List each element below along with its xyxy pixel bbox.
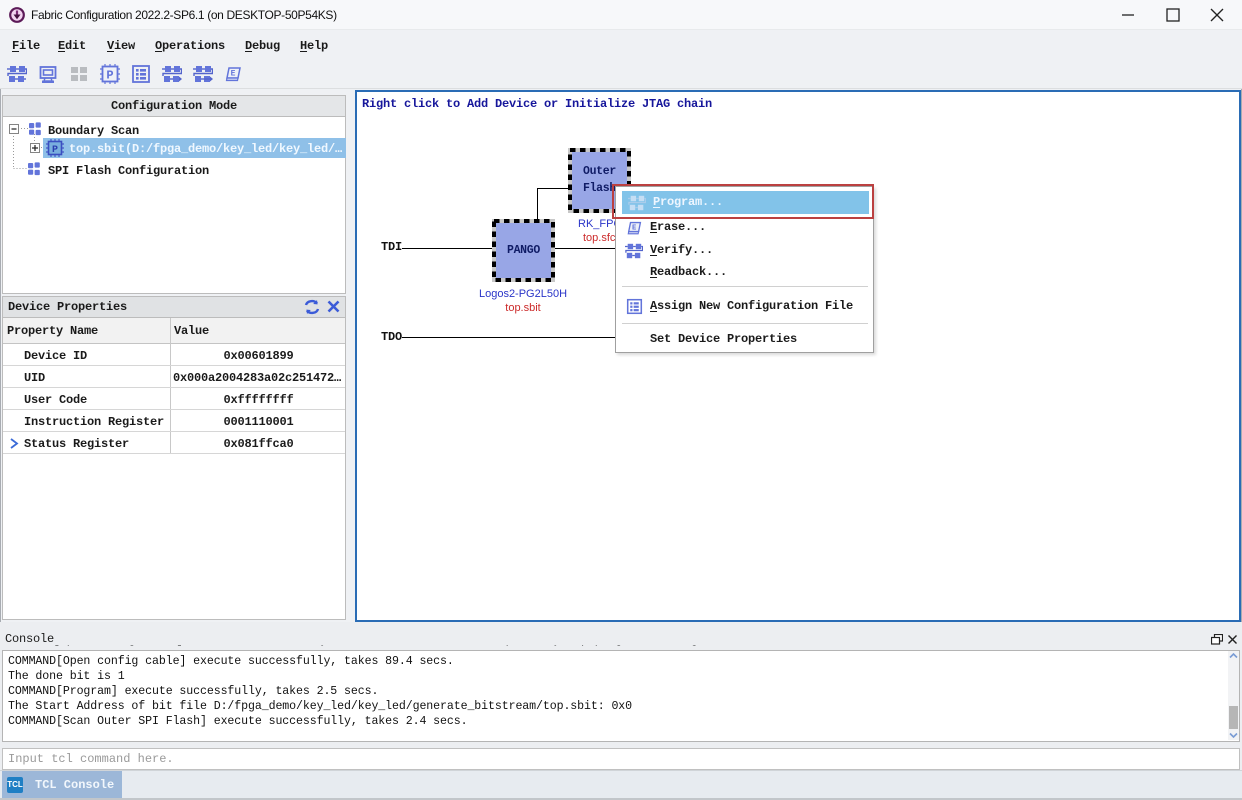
svg-text:P: P: [106, 69, 113, 83]
svg-text:P: P: [52, 145, 58, 156]
svg-text:E: E: [231, 70, 236, 79]
